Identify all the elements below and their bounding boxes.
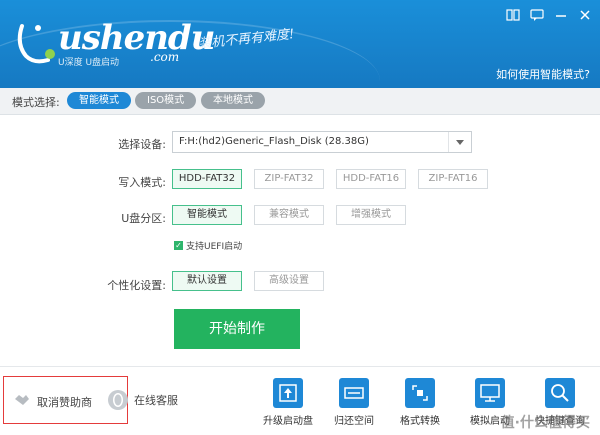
uefi-label: 支持UEFI启动 [186, 242, 243, 252]
hotkey-search-icon [545, 378, 575, 408]
mode-local-button[interactable]: 本地模式 [201, 92, 265, 109]
tool-upgrade-label: 升级启动盘 [263, 416, 313, 427]
checkbox-checked-icon: ✓ [174, 241, 183, 250]
write-mode-hdd-fat32[interactable]: HDD-FAT32 [172, 169, 242, 189]
chat-icon[interactable] [530, 8, 544, 22]
personalize-advanced[interactable]: 高级设置 [254, 271, 324, 291]
help-link[interactable]: 如何使用智能模式? [496, 66, 590, 82]
window-controls [506, 8, 592, 22]
header-banner: ushendu .com U深度 U盘启动 装机不再有难度! 如何使用智能模式? [0, 0, 600, 88]
write-mode-label: 写入模式: [118, 176, 166, 189]
tool-format-convert-label: 格式转换 [400, 416, 440, 427]
tool-upgrade[interactable]: 升级启动盘 [256, 378, 320, 427]
cancel-sponsor-label: 取消赞助商 [37, 396, 92, 409]
partition-compatible[interactable]: 兼容模式 [254, 205, 324, 225]
tool-restore-space-label: 归还空间 [334, 416, 374, 427]
mode-iso-button[interactable]: ISO模式 [135, 92, 197, 109]
partition-enhanced[interactable]: 增强模式 [336, 205, 406, 225]
logo-subtitle: U深度 U盘启动 [58, 58, 120, 68]
mode-label: 模式选择: [12, 96, 60, 109]
start-making-button[interactable]: 开始制作 [174, 309, 300, 349]
book-icon[interactable] [506, 8, 520, 22]
write-mode-zip-fat16[interactable]: ZIP-FAT16 [418, 169, 488, 189]
online-service-button[interactable]: 在线客服 [108, 390, 178, 410]
device-value: F:H:(hd2)Generic_Flash_Disk (28.38G) [179, 136, 369, 147]
divider [0, 366, 600, 367]
handshake-icon [15, 395, 29, 405]
partition-smart[interactable]: 智能模式 [172, 205, 242, 225]
restore-space-icon [339, 378, 369, 408]
watermark: 值·什么值得买 [500, 415, 590, 431]
device-select[interactable]: F:H:(hd2)Generic_Flash_Disk (28.38G) [172, 131, 472, 153]
logo-text: ushendu [58, 18, 215, 58]
online-service-label: 在线客服 [134, 394, 178, 407]
personalize-label: 个性化设置: [107, 279, 166, 292]
penguin-icon [108, 390, 128, 410]
partition-label: U盘分区: [121, 212, 166, 225]
tool-restore-space[interactable]: 归还空间 [322, 378, 386, 427]
write-mode-hdd-fat16[interactable]: HDD-FAT16 [336, 169, 406, 189]
minimize-icon[interactable] [554, 8, 568, 22]
chevron-down-icon[interactable] [448, 132, 471, 152]
tool-format-convert[interactable]: 格式转换 [388, 378, 452, 427]
uefi-checkbox[interactable]: ✓ 支持UEFI启动 [174, 239, 242, 252]
upgrade-icon [273, 378, 303, 408]
ushendu-logo-icon [17, 24, 55, 64]
logo-domain: .com [150, 50, 180, 64]
mode-selection-bar: 模式选择: 智能模式 ISO模式 本地模式 [0, 88, 600, 115]
mode-smart-button[interactable]: 智能模式 [67, 92, 131, 109]
write-mode-zip-fat32[interactable]: ZIP-FAT32 [254, 169, 324, 189]
close-icon[interactable] [578, 8, 592, 22]
device-label: 选择设备: [118, 138, 166, 151]
simulate-boot-icon [475, 378, 505, 408]
personalize-default[interactable]: 默认设置 [172, 271, 242, 291]
format-convert-icon [405, 378, 435, 408]
